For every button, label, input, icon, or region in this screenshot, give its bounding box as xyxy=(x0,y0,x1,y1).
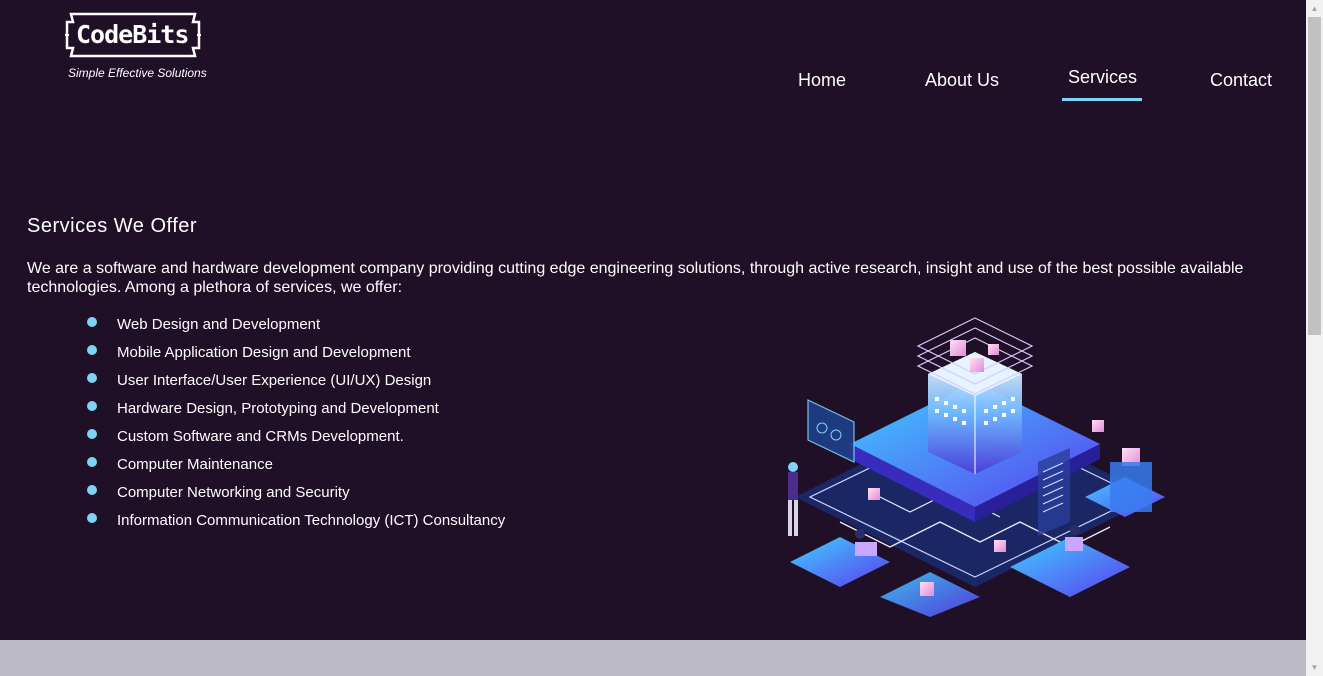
service-label: Hardware Design, Prototyping and Develop… xyxy=(117,400,439,417)
bullet-icon xyxy=(87,485,97,495)
nav-about-us[interactable]: About Us xyxy=(925,70,999,91)
list-item: Mobile Application Design and Developmen… xyxy=(87,342,505,370)
service-label: Computer Networking and Security xyxy=(117,484,350,501)
service-label: User Interface/User Experience (UI/UX) D… xyxy=(117,372,432,389)
nav-home[interactable]: Home xyxy=(798,70,846,91)
intro-paragraph: We are a software and hardware developme… xyxy=(27,260,1244,296)
bullet-icon xyxy=(87,373,97,383)
nav-services[interactable]: Services xyxy=(1068,67,1137,88)
bullet-icon xyxy=(87,401,97,411)
service-label: Computer Maintenance xyxy=(117,456,273,473)
nav-active-underline xyxy=(1062,98,1142,101)
bullet-icon xyxy=(87,317,97,327)
triangle-up-icon[interactable]: ▲ xyxy=(1306,0,1323,17)
list-item: Web Design and Development xyxy=(87,314,505,342)
nav-contact[interactable]: Contact xyxy=(1210,70,1272,91)
list-item: Hardware Design, Prototyping and Develop… xyxy=(87,398,505,426)
page-main: CodeBits Simple Effective Solutions Home… xyxy=(0,0,1306,640)
brand-name: CodeBits xyxy=(76,20,189,49)
list-item: Custom Software and CRMs Development. xyxy=(87,426,505,454)
service-label: Information Communication Technology (IC… xyxy=(117,512,506,529)
footer-strip xyxy=(0,640,1306,676)
services-list: Web Design and Development Mobile Applic… xyxy=(87,314,505,538)
scrollbar-thumb[interactable] xyxy=(1308,17,1321,335)
triangle-down-icon[interactable]: ▼ xyxy=(1306,659,1323,676)
isometric-tech-illustration xyxy=(788,317,1165,617)
bullet-icon xyxy=(87,429,97,439)
bullet-icon xyxy=(87,513,97,523)
bullet-icon xyxy=(87,457,97,467)
bullet-icon xyxy=(87,345,97,355)
brand-logo[interactable]: CodeBits Simple Effective Solutions xyxy=(62,10,212,82)
brand-tagline: Simple Effective Solutions xyxy=(68,66,207,80)
list-item: Computer Networking and Security xyxy=(87,482,505,510)
service-label: Web Design and Development xyxy=(117,316,321,333)
list-item: Computer Maintenance xyxy=(87,454,505,482)
list-item: Information Communication Technology (IC… xyxy=(87,510,505,538)
list-item: User Interface/User Experience (UI/UX) D… xyxy=(87,370,505,398)
service-label: Custom Software and CRMs Development. xyxy=(117,428,404,445)
service-label: Mobile Application Design and Developmen… xyxy=(117,344,411,361)
section-heading: Services We Offer xyxy=(27,215,198,237)
vertical-scrollbar[interactable]: ▲ ▼ xyxy=(1306,0,1323,676)
